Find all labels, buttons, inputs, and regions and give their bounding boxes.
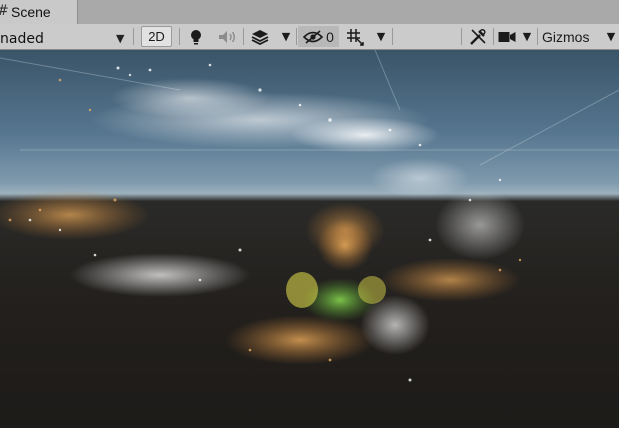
hidden-count: 0 — [326, 28, 334, 45]
speaker-icon — [219, 30, 235, 43]
chevron-down-icon: ▼ — [116, 32, 125, 45]
toggle-2d-button[interactable]: 2D — [141, 26, 172, 47]
shading-mode-dropdown[interactable]: naded ▼ — [0, 26, 132, 47]
lighting-toggle-button[interactable] — [184, 26, 208, 47]
toolbar-divider — [179, 28, 180, 45]
tools-button[interactable] — [464, 26, 491, 47]
toolbar-divider — [461, 28, 462, 45]
hidden-objects-toggle[interactable]: 0 — [298, 26, 339, 47]
chevron-down-icon: ▼ — [376, 30, 386, 43]
gizmos-button[interactable]: Gizmos — [540, 26, 600, 47]
audio-toggle-button[interactable] — [214, 26, 240, 47]
tab-scene[interactable]: # Scene — [0, 0, 78, 24]
lightbulb-icon — [191, 29, 201, 44]
eye-slash-icon — [303, 29, 324, 44]
scene-viewport[interactable] — [0, 50, 619, 428]
point-cloud-render — [0, 50, 619, 382]
layers-icon — [251, 29, 268, 45]
toolbar-divider — [133, 28, 134, 45]
camera-button[interactable] — [496, 26, 518, 47]
tab-scene-label: Scene — [11, 4, 51, 20]
grid-snap-icon — [346, 28, 364, 46]
gizmos-dropdown[interactable]: ▼ — [603, 26, 619, 47]
camera-icon — [498, 31, 516, 42]
toolbar-divider — [493, 28, 494, 45]
chevron-down-icon: ▼ — [606, 30, 616, 43]
effects-button[interactable] — [246, 26, 273, 47]
chevron-down-icon: ▼ — [281, 30, 291, 43]
grid-hash-icon: # — [0, 3, 9, 19]
toolbar-divider — [243, 28, 244, 45]
chevron-down-icon: ▼ — [522, 30, 532, 43]
tools-icon — [469, 28, 486, 45]
grid-snap-button[interactable] — [341, 26, 368, 47]
toolbar-divider — [296, 28, 297, 45]
toolbar-divider — [392, 28, 393, 45]
shading-mode-label: naded — [0, 31, 44, 47]
camera-dropdown[interactable]: ▼ — [518, 26, 536, 47]
effects-dropdown[interactable]: ▼ — [276, 26, 296, 47]
grid-snap-dropdown[interactable]: ▼ — [371, 26, 391, 47]
tab-strip: # Scene — [0, 0, 619, 24]
scene-toolbar: naded ▼ 2D ▼ 0 ▼ ▼ Gizmos ▼ — [0, 24, 619, 50]
toolbar-divider — [537, 28, 538, 45]
